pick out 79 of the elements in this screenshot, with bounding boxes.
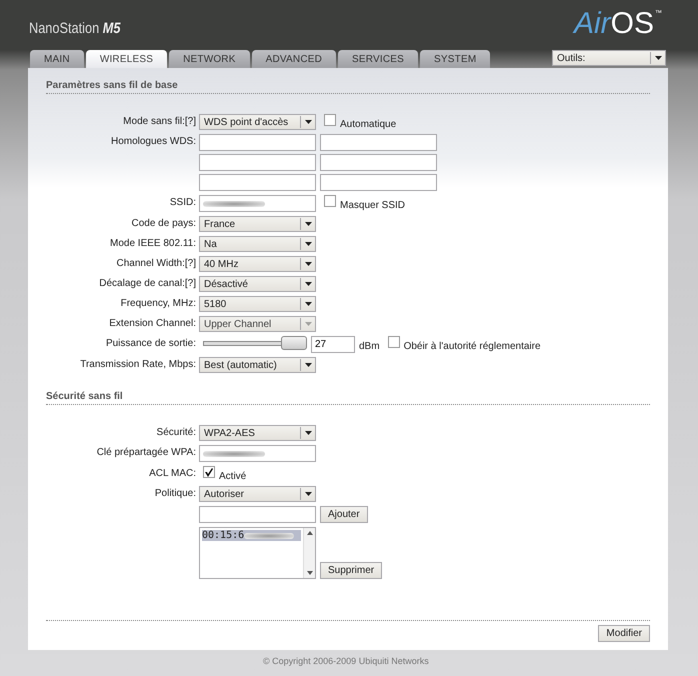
checkbox-label: Automatique <box>340 118 396 130</box>
caret-icon <box>304 302 312 306</box>
checkbox[interactable] <box>324 195 336 207</box>
dropdown[interactable]: 40 MHz <box>199 256 316 272</box>
field-label: Extension Channel: <box>109 318 196 329</box>
dropdown[interactable]: 5180 <box>199 296 316 312</box>
help-link[interactable]: [?] <box>184 116 196 127</box>
field-label: Clé prépartagée WPA: <box>96 447 196 458</box>
caret-icon <box>304 282 312 286</box>
tab[interactable]: SERVICES <box>338 50 418 68</box>
logo: AirOS <box>574 8 654 40</box>
field-label: Code de pays: <box>132 218 196 229</box>
caret-icon <box>654 56 662 60</box>
field-label: Sécurité: <box>156 427 196 438</box>
slider-thumb[interactable] <box>281 336 307 350</box>
input-field[interactable] <box>320 174 437 191</box>
field-label: Channel Width: <box>116 258 185 269</box>
field-label: Politique: <box>154 488 196 499</box>
dropdown[interactable]: Best (automatic) <box>199 357 316 373</box>
input-field[interactable] <box>199 174 316 191</box>
dropdown[interactable]: France <box>199 216 316 232</box>
dropdown[interactable]: Désactivé <box>199 276 316 292</box>
field-label: Frequency, MHz: <box>120 298 196 309</box>
scrollbar[interactable] <box>303 528 315 578</box>
checkbox-label: Activé <box>219 470 246 482</box>
input-field[interactable] <box>320 134 437 151</box>
caret-icon <box>304 222 312 226</box>
tab[interactable]: SYSTEM <box>420 50 490 68</box>
copyright-text: © Copyright 2006-2009 Ubiquiti Networks <box>262 655 430 666</box>
tab[interactable]: ADVANCED <box>252 50 336 68</box>
dropdown[interactable]: WPA2-AES <box>199 425 316 441</box>
checkbox[interactable] <box>388 336 400 348</box>
list-item[interactable]: 00:15:6 <box>202 530 301 541</box>
section-title: Paramètres sans fil de base <box>46 80 650 94</box>
number-field[interactable]: 27 <box>311 336 355 353</box>
caret-icon <box>304 431 312 435</box>
field-label: Homologues WDS: <box>110 136 196 147</box>
caret-icon <box>304 322 312 326</box>
delete-button[interactable]: Supprimer <box>320 562 382 579</box>
checkbox[interactable] <box>324 114 336 126</box>
list-box[interactable]: 00:15:6 <box>199 527 316 579</box>
dropdown[interactable]: Autoriser <box>199 486 316 502</box>
input-field[interactable] <box>199 154 316 171</box>
field-label: SSID: <box>170 197 196 208</box>
scroll-down-icon[interactable] <box>306 571 312 575</box>
checkbox[interactable] <box>203 466 215 478</box>
field-label: Puissance de sortie: <box>106 338 196 349</box>
submit-button[interactable]: Modifier <box>598 625 650 642</box>
field-label: Transmission Rate, Mbps: <box>80 359 196 370</box>
help-link[interactable]: [?] <box>184 258 196 269</box>
add-button[interactable]: Ajouter <box>320 506 368 523</box>
caret-icon <box>304 120 312 124</box>
scroll-up-icon[interactable] <box>306 531 312 535</box>
dropdown[interactable]: Na <box>199 236 316 252</box>
input-field[interactable] <box>199 506 316 523</box>
caret-icon <box>304 242 312 246</box>
product-name: NanoStation M5 <box>29 20 120 37</box>
checkbox-label: Obéir à l'autorité réglementaire <box>404 340 541 352</box>
input-field[interactable] <box>199 445 316 462</box>
caret-icon <box>304 262 312 266</box>
slider-track[interactable] <box>203 336 307 350</box>
field-label: Mode IEEE 802.11: <box>110 238 196 249</box>
input-field[interactable] <box>320 154 437 171</box>
caret-icon <box>304 363 312 367</box>
dropdown[interactable]: WDS point d'accès <box>199 114 316 130</box>
field-label: Décalage de canal: <box>99 278 185 289</box>
input-field[interactable] <box>199 195 316 212</box>
field-label: Mode sans fil: <box>123 116 185 127</box>
unit-label: dBm <box>359 340 380 352</box>
checkbox-label: Masquer SSID <box>340 199 406 211</box>
tab[interactable]: WIRELESS <box>86 50 168 68</box>
section-title: Sécurité sans fil <box>46 391 650 405</box>
caret-icon <box>304 492 312 496</box>
help-link[interactable]: [?] <box>184 278 196 289</box>
tab[interactable]: MAIN <box>30 50 84 68</box>
tools-dropdown[interactable]: Outils: <box>552 50 666 66</box>
tab[interactable]: NETWORK <box>169 50 250 68</box>
field-label: ACL MAC: <box>149 468 196 479</box>
input-field[interactable] <box>199 134 316 151</box>
